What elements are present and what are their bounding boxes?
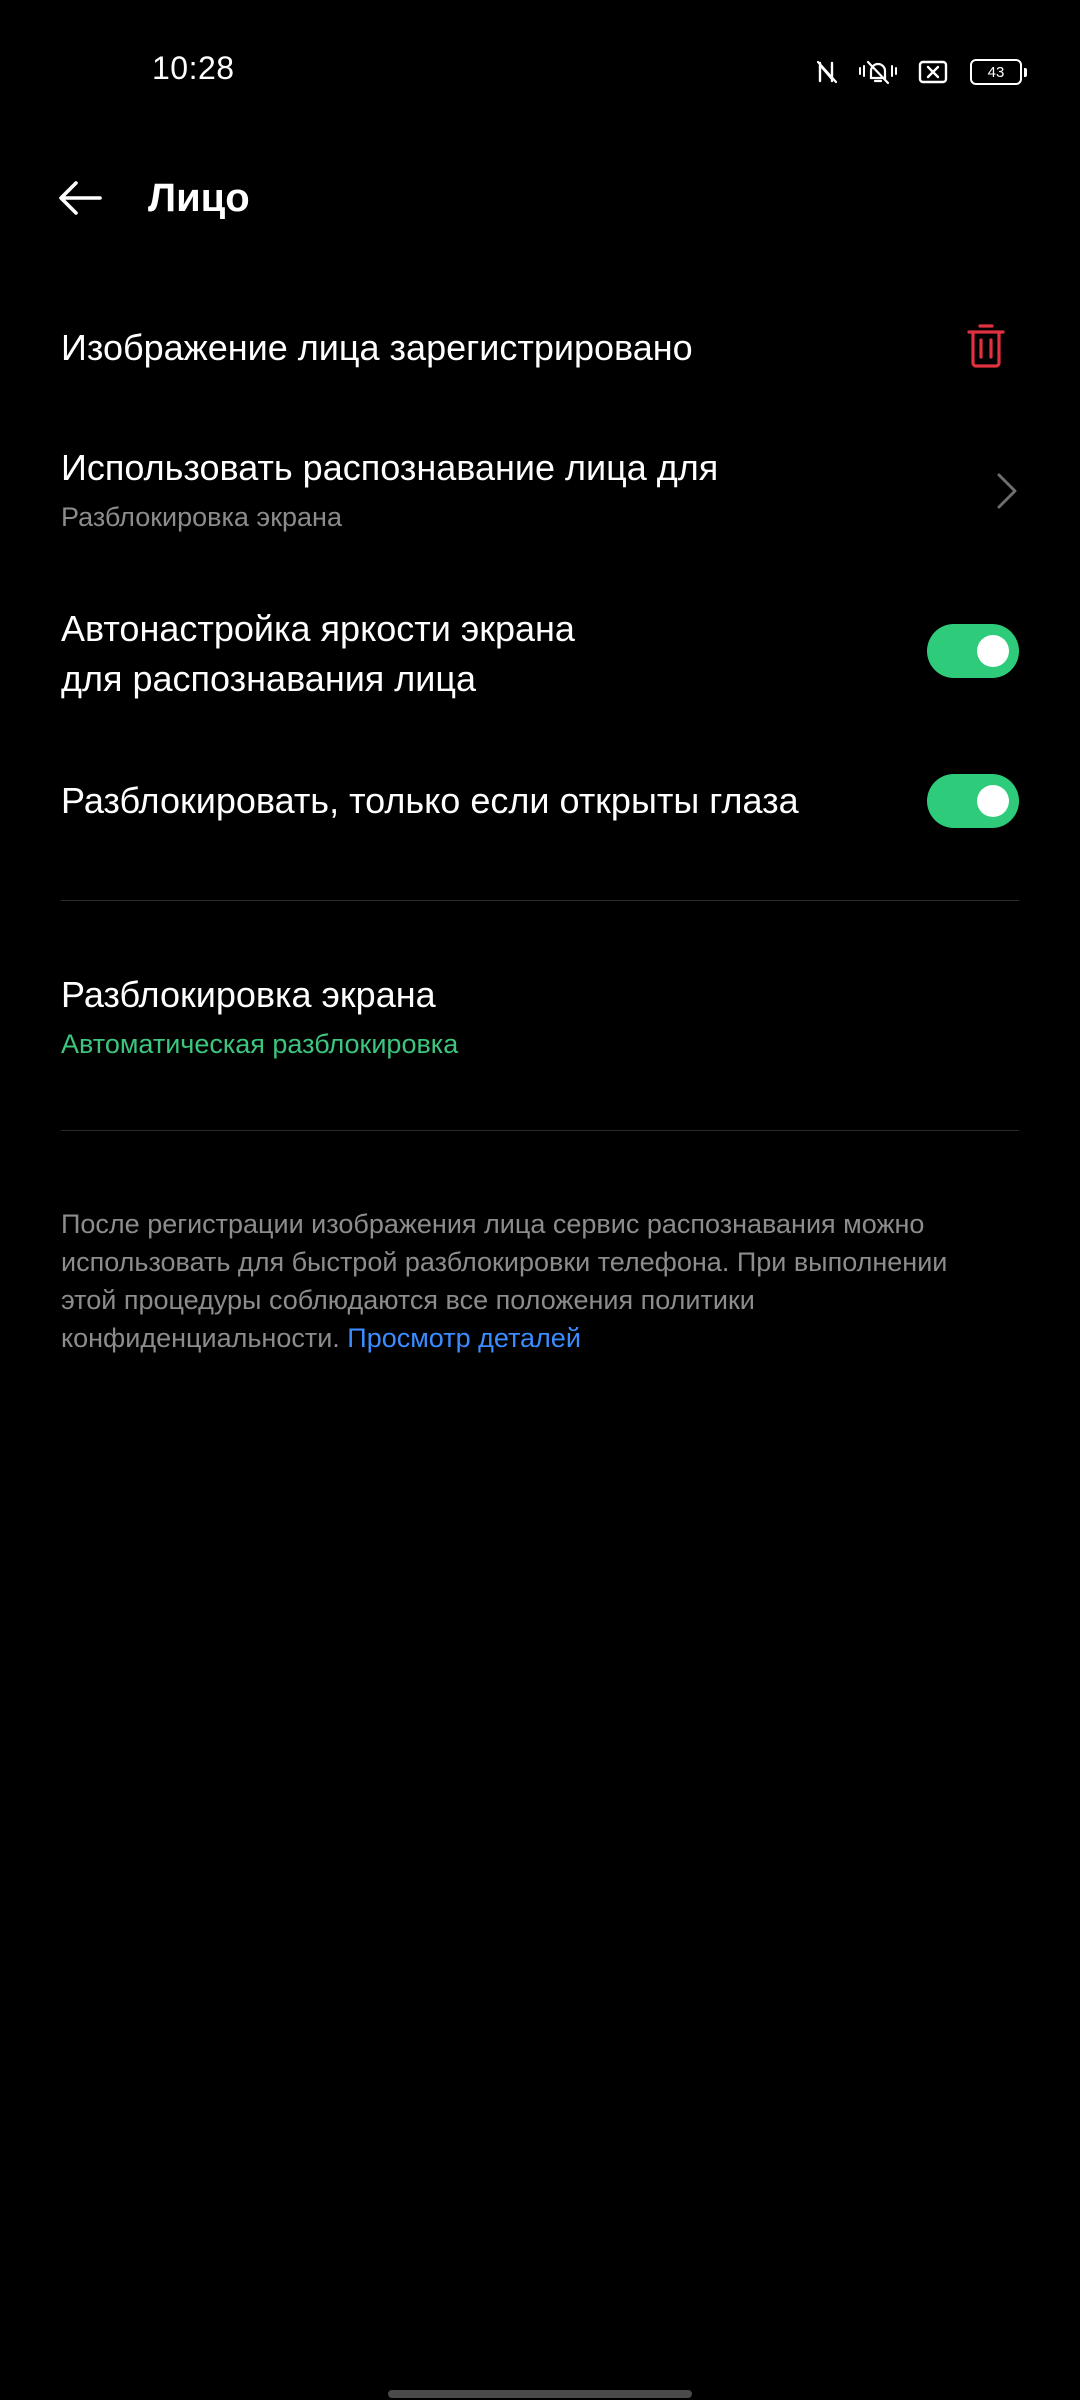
screen-unlock-value: Автоматическая разблокировка — [61, 1029, 459, 1059]
status-icons: 43 — [816, 54, 1027, 90]
divider — [61, 900, 1019, 901]
face-registered-row: Изображение лица зарегистрировано — [61, 320, 1019, 376]
arrow-left-icon — [56, 178, 104, 223]
divider — [61, 1130, 1019, 1131]
auto-brightness-toggle[interactable] — [927, 624, 1019, 678]
face-registered-label: Изображение лица зарегистрировано — [61, 327, 693, 368]
back-button[interactable] — [50, 172, 110, 228]
auto-brightness-label-line2: для распознавания лица — [61, 658, 477, 699]
screen-unlock-row[interactable]: Разблокировка экрана Автоматическая разб… — [61, 970, 1019, 1070]
chevron-right-icon — [995, 471, 1019, 516]
privacy-description: После регистрации изображения лица серви… — [61, 1205, 1001, 1357]
auto-brightness-label-line1: Автонастройка яркости экрана — [61, 608, 575, 649]
toggle-knob — [977, 635, 1009, 667]
use-face-for-row[interactable]: Использовать распознавание лица для Разб… — [61, 443, 1019, 543]
page-title: Лицо — [148, 176, 250, 220]
screen-unlock-label: Разблокировка экрана — [61, 974, 436, 1015]
use-face-for-value: Разблокировка экрана — [61, 502, 342, 532]
toggle-knob — [977, 785, 1009, 817]
use-face-for-label: Использовать распознавание лица для — [61, 447, 719, 488]
status-time: 10:28 — [152, 50, 235, 86]
view-details-link[interactable]: Просмотр деталей — [347, 1323, 581, 1353]
auto-brightness-row: Автонастройка яркости экрана для распозн… — [61, 604, 1019, 704]
trash-icon — [967, 323, 1005, 374]
eyes-open-toggle[interactable] — [927, 774, 1019, 828]
app-bar: Лицо — [0, 150, 1080, 250]
delete-face-button[interactable] — [961, 320, 1011, 376]
status-bar: 10:28 43 — [0, 0, 1080, 140]
eyes-open-label: Разблокировать, только если открыты глаз… — [61, 780, 799, 821]
battery-icon: 43 — [970, 59, 1027, 85]
vibrate-icon — [858, 59, 898, 85]
sim-off-icon — [918, 60, 948, 84]
home-indicator[interactable] — [388, 2390, 692, 2398]
eyes-open-row: Разблокировать, только если открыты глаз… — [61, 773, 1019, 829]
nfc-icon — [816, 60, 838, 84]
